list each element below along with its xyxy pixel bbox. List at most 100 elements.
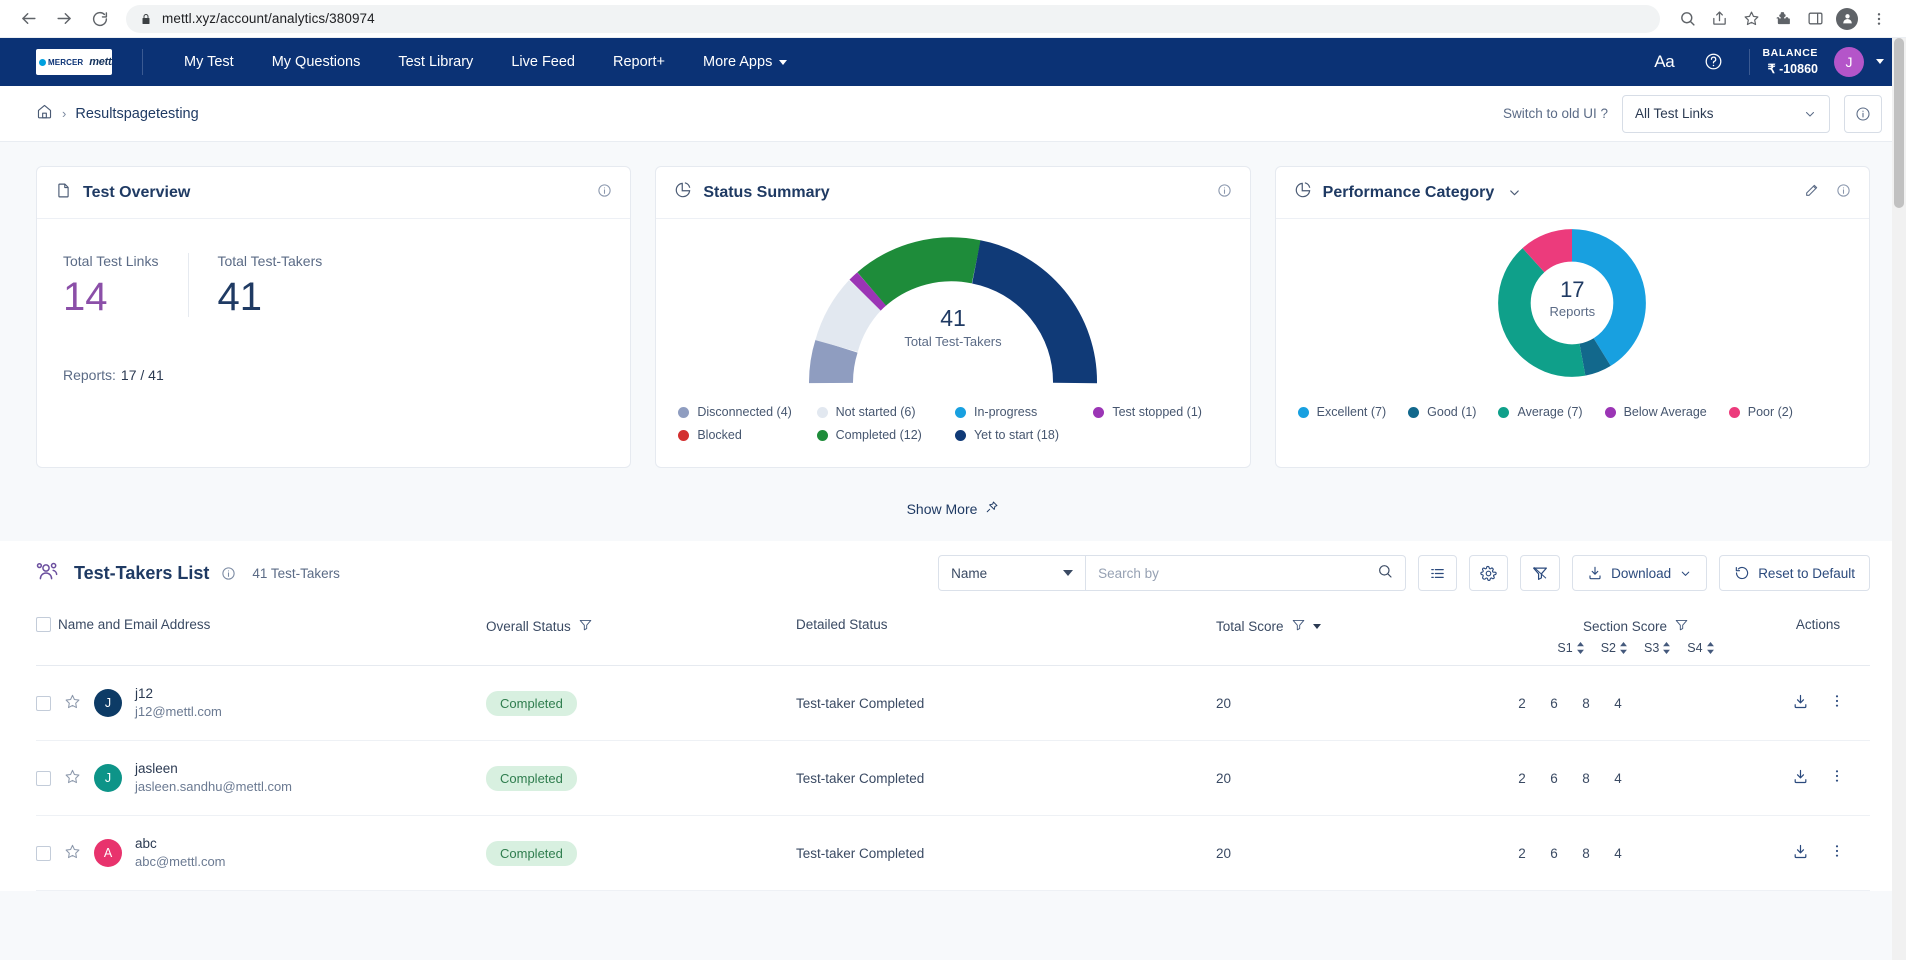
section-header-s2[interactable]: S2 — [1601, 641, 1628, 655]
share-icon[interactable] — [1704, 4, 1734, 34]
legend-item-in-progress[interactable]: In-progress — [954, 405, 1093, 419]
search-category-select[interactable]: Name — [938, 555, 1087, 591]
cell-section-scores: 2 6 8 4 — [1506, 740, 1766, 816]
status-gauge[interactable]: 41 Total Test-Takers — [803, 233, 1103, 393]
legend-label: Yet to start (18) — [973, 428, 1059, 442]
legend-item-poor[interactable]: Poor (2) — [1728, 405, 1793, 419]
row-checkbox[interactable] — [36, 845, 51, 861]
search-icon[interactable] — [1377, 563, 1393, 584]
row-checkbox[interactable] — [36, 695, 51, 711]
kebab-menu-icon[interactable] — [1829, 693, 1845, 713]
profile-avatar-icon[interactable] — [1832, 4, 1862, 34]
chevron-down-icon[interactable] — [1507, 185, 1522, 200]
filter-button[interactable] — [1520, 555, 1561, 591]
filter-funnel-icon[interactable] — [1674, 617, 1689, 635]
nav-item-live-feed[interactable]: Live Feed — [492, 54, 594, 70]
reset-to-default-button[interactable]: Reset to Default — [1719, 555, 1870, 591]
page-scrollbar[interactable]: ▲ — [1892, 38, 1906, 960]
legend-item-average[interactable]: Average (7) — [1498, 405, 1583, 419]
table-row[interactable]: J jasleen jasleen.sandhu@mettl.com Compl… — [36, 740, 1870, 816]
avatar: J — [94, 764, 122, 792]
legend-label: Excellent (7) — [1316, 405, 1387, 419]
favorite-star-icon[interactable] — [64, 693, 81, 713]
performance-donut[interactable]: 17 Reports — [1496, 227, 1648, 379]
info-circle-icon[interactable] — [597, 183, 612, 203]
search-category-value: Name — [951, 565, 988, 581]
test-links-info-button[interactable] — [1844, 94, 1882, 133]
navbar-right-divider — [1749, 48, 1751, 75]
sidepanel-icon[interactable] — [1800, 4, 1830, 34]
info-circle-icon[interactable] — [1836, 183, 1851, 203]
row-checkbox[interactable] — [36, 770, 51, 786]
legend-item-completed[interactable]: Completed (12) — [816, 428, 955, 442]
show-more-button[interactable]: Show More — [897, 494, 1010, 523]
back-arrow-icon[interactable] — [12, 3, 44, 35]
mercer-mettl-logo[interactable]: MERCER mettl — [36, 49, 112, 75]
download-icon[interactable] — [1792, 843, 1809, 863]
section-header-s3[interactable]: S3 — [1644, 641, 1671, 655]
nav-item-my-test[interactable]: My Test — [165, 54, 253, 70]
chevron-down-icon[interactable] — [1876, 59, 1884, 65]
download-button[interactable]: Download — [1572, 555, 1708, 591]
filter-funnel-icon[interactable] — [1291, 617, 1306, 635]
help-circle-icon[interactable] — [1690, 52, 1737, 71]
legend-label: Blocked — [697, 428, 742, 442]
extensions-puzzle-icon[interactable] — [1768, 4, 1798, 34]
columns-list-button[interactable] — [1418, 555, 1458, 591]
gauge-total-value: 41 — [940, 305, 966, 331]
switch-to-old-ui-link[interactable]: Switch to old UI ? — [1503, 106, 1608, 121]
font-size-toggle[interactable]: Aa — [1638, 52, 1690, 72]
col-name-email: Name and Email Address — [36, 605, 486, 666]
legend-item-excellent[interactable]: Excellent (7) — [1297, 405, 1387, 419]
filter-funnel-icon — [1533, 567, 1548, 580]
download-icon[interactable] — [1792, 768, 1809, 788]
kebab-menu-icon[interactable] — [1864, 4, 1894, 34]
section-header-s4[interactable]: S4 — [1687, 641, 1714, 655]
kebab-menu-icon[interactable] — [1829, 768, 1845, 788]
chevron-down-icon[interactable] — [1312, 623, 1321, 629]
select-all-checkbox[interactable] — [36, 617, 51, 632]
search-input[interactable]: Search by — [1086, 555, 1407, 591]
legend-item-below-average[interactable]: Below Average — [1604, 405, 1707, 419]
test-links-select[interactable]: All Test Links — [1622, 94, 1830, 133]
test-takers-title: Test-Takers List — [74, 562, 210, 583]
address-bar[interactable]: mettl.xyz/account/analytics/380974 — [126, 4, 1660, 33]
nav-item-report-plus[interactable]: Report+ — [594, 54, 684, 70]
forward-arrow-icon[interactable] — [48, 3, 80, 35]
settings-button[interactable] — [1469, 555, 1509, 591]
home-icon[interactable] — [36, 103, 53, 125]
info-circle-icon[interactable] — [1217, 183, 1232, 203]
nav-item-more-apps[interactable]: More Apps — [684, 54, 806, 70]
filter-funnel-icon[interactable] — [578, 617, 593, 635]
balance-display[interactable]: BALANCE ₹ -10860 — [1762, 46, 1834, 77]
legend-item-blocked[interactable]: Blocked — [678, 428, 816, 442]
status-badge: Completed — [486, 840, 577, 866]
primary-nav: My Test My Questions Test Library Live F… — [165, 54, 806, 70]
section-header-s1[interactable]: S1 — [1557, 641, 1584, 655]
nav-item-test-library[interactable]: Test Library — [379, 54, 492, 70]
download-icon[interactable] — [1792, 693, 1809, 713]
info-circle-icon[interactable] — [221, 566, 236, 581]
breadcrumb-current[interactable]: Resultspagetesting — [75, 106, 198, 122]
col-name-email-label: Name and Email Address — [58, 617, 211, 632]
legend-item-not-started[interactable]: Not started (6) — [816, 405, 955, 419]
legend-item-test-stopped[interactable]: Test stopped (1) — [1093, 405, 1231, 419]
legend-item-yet-to-start[interactable]: Yet to start (18) — [954, 428, 1093, 442]
favorite-star-icon[interactable] — [64, 768, 81, 788]
cell-detailed-status: Test-taker Completed — [796, 665, 1216, 741]
test-takers-count: 41 Test-Takers — [252, 565, 340, 581]
table-row[interactable]: A abc abc@mettl.com Completed Test-taker… — [36, 815, 1870, 891]
scrollbar-thumb[interactable] — [1894, 38, 1904, 208]
bookmark-star-icon[interactable] — [1736, 4, 1766, 34]
reload-icon[interactable] — [84, 3, 116, 35]
table-row[interactable]: J j12 j12@mettl.com Completed Test-taker… — [36, 665, 1870, 741]
edit-pencil-icon[interactable] — [1804, 182, 1820, 203]
legend-item-disconnected[interactable]: Disconnected (4) — [678, 405, 816, 419]
legend-item-good[interactable]: Good (1) — [1408, 405, 1476, 419]
nav-item-my-questions[interactable]: My Questions — [253, 54, 380, 70]
browser-toolbar: mettl.xyz/account/analytics/380974 — [0, 0, 1906, 38]
avatar[interactable]: J — [1834, 46, 1864, 77]
kebab-menu-icon[interactable] — [1829, 843, 1845, 863]
favorite-star-icon[interactable] — [64, 843, 81, 863]
search-icon[interactable] — [1672, 4, 1702, 34]
